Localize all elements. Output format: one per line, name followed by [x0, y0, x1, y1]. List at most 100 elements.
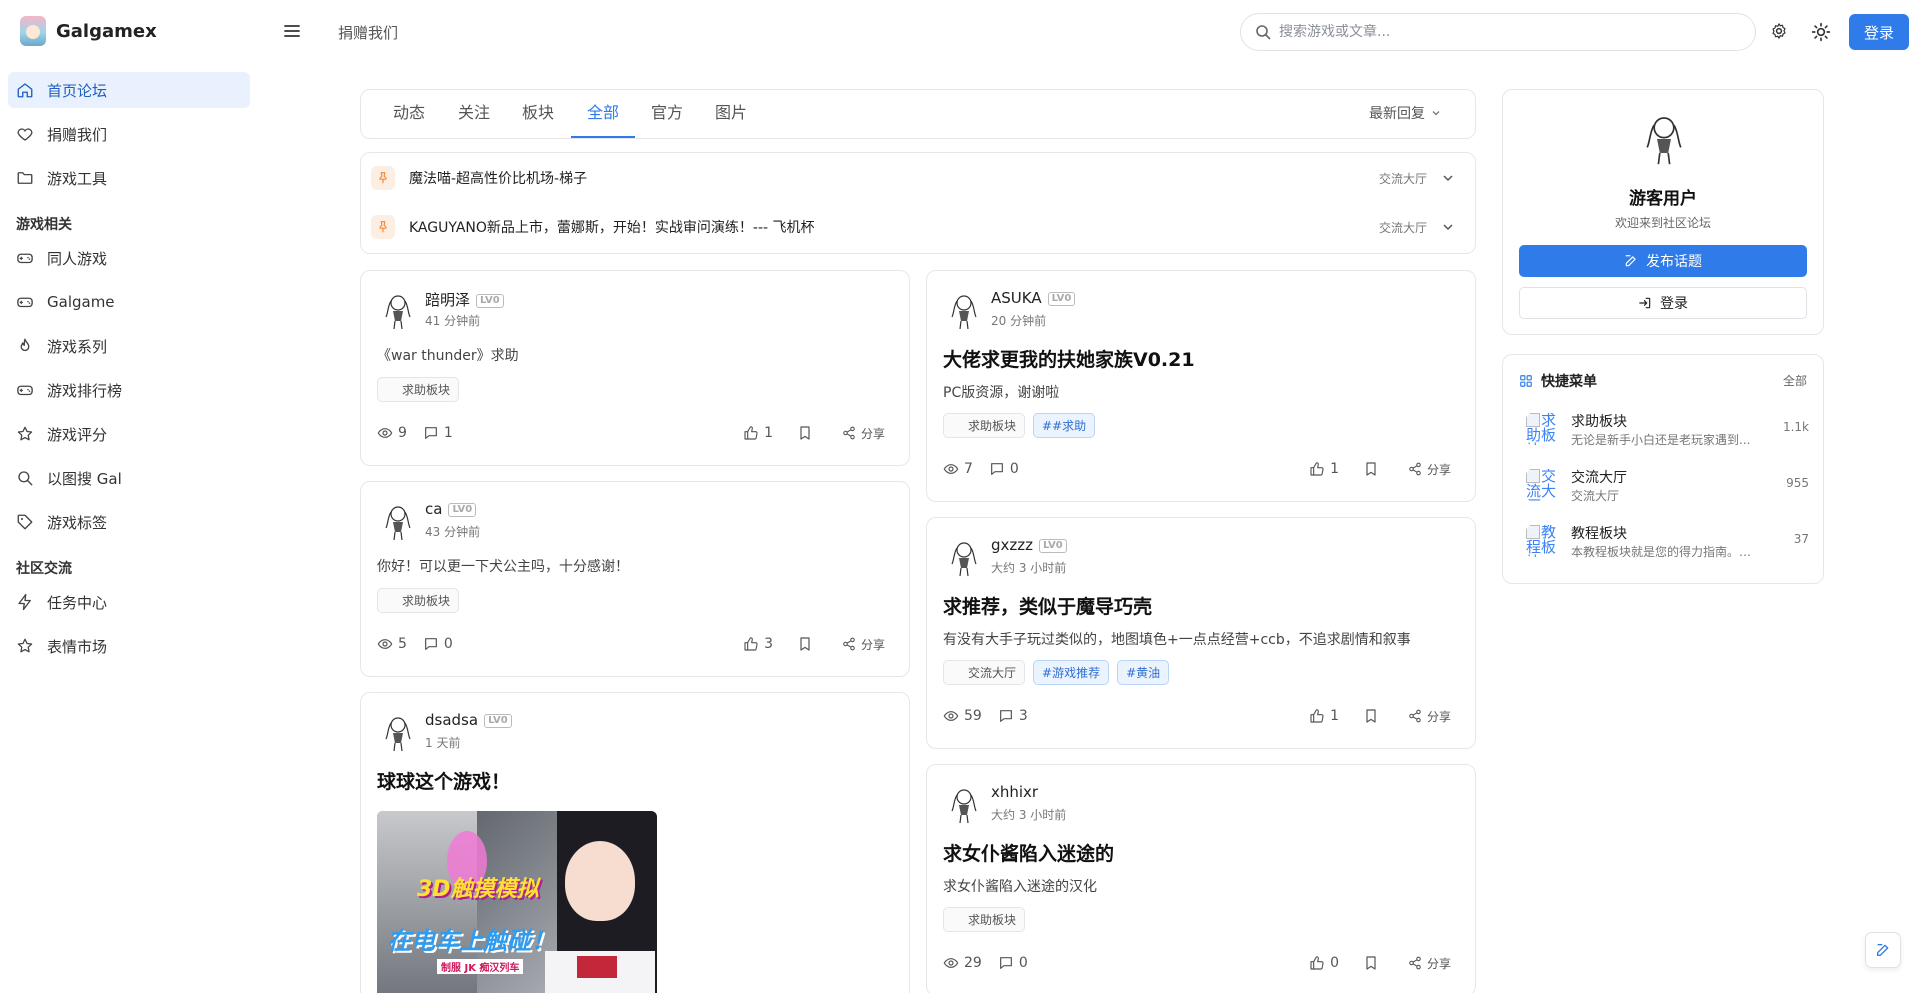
- comment-icon: [999, 710, 1012, 722]
- bookmark-button[interactable]: [1363, 955, 1384, 971]
- tab-images[interactable]: 图片: [715, 90, 747, 138]
- category-tag[interactable]: 交流大厅: [943, 660, 1026, 685]
- comments-stat[interactable]: 0: [989, 461, 1019, 477]
- image-caption: 在电车上触碰！: [387, 927, 555, 955]
- sidebar-item-emoji-market[interactable]: 表情市场: [8, 628, 250, 664]
- sidebar-item-game-series[interactable]: 游戏系列: [8, 328, 250, 364]
- pinned-posts: 魔法喵-超高性价比机场-梯子 交流大厅 KAGUYANO新品上市，蕾娜斯，开始！…: [360, 152, 1476, 254]
- new-topic-button[interactable]: 发布话题: [1519, 245, 1807, 277]
- post-body: 有没有大手子玩过类似的，地图填色+一点点经营+ccb，不追求剧情和叙事: [943, 632, 1411, 648]
- tab-activity[interactable]: 动态: [393, 90, 425, 138]
- comments-stat[interactable]: 0: [998, 955, 1028, 971]
- views-stat: 9: [377, 425, 407, 441]
- menu-toggle-icon[interactable]: [283, 22, 301, 40]
- tab-all[interactable]: 全部: [571, 90, 636, 138]
- comments-stat[interactable]: 0: [423, 636, 453, 652]
- category-tag[interactable]: 求助板块: [377, 377, 460, 402]
- category-tag[interactable]: 求助板块: [943, 413, 1026, 438]
- post-author[interactable]: xhhixr: [991, 783, 1038, 801]
- post-card[interactable]: gxzzz LV0 大约 3 小时前 求推荐，类似于魔导巧壳 有没有大手子玩过类似…: [926, 517, 1476, 749]
- post-card[interactable]: xhhixr 大约 3 小时前 求女仆酱陷入迷途的 求女仆酱陷入迷途的汉化 求助…: [926, 764, 1476, 993]
- post-title[interactable]: 求女仆酱陷入迷途的: [943, 839, 1114, 866]
- board-name: 求助板块: [1571, 414, 1627, 430]
- settings-icon[interactable]: [1770, 22, 1790, 42]
- hashtag[interactable]: ##求助: [1033, 413, 1096, 438]
- sidebar-item-task-center[interactable]: 任务中心: [8, 584, 250, 620]
- share-button[interactable]: 分享: [1408, 461, 1451, 478]
- eye-icon: [377, 639, 393, 649]
- app-logo[interactable]: Galgamex: [20, 16, 157, 46]
- like-button[interactable]: 3: [743, 636, 773, 652]
- thumbs-up-icon: [744, 426, 758, 440]
- post-author[interactable]: dsadsa LV0: [425, 711, 512, 729]
- sidebar-item-game-tools[interactable]: 游戏工具: [8, 160, 250, 196]
- quick-menu-all-link[interactable]: 全部: [1783, 372, 1807, 389]
- sidebar-item-galgame[interactable]: Galgame: [8, 284, 250, 320]
- like-button[interactable]: 1: [1309, 708, 1339, 724]
- quick-menu-item[interactable]: 教程板块 教程板块 本教程板块就是您的得力指南。无... 37: [1519, 521, 1809, 561]
- sidebar-item-label: 首页论坛: [47, 81, 108, 100]
- post-author[interactable]: gxzzz LV0: [991, 536, 1067, 554]
- share-button[interactable]: 分享: [842, 636, 885, 653]
- chevron-down-icon[interactable]: [1441, 171, 1455, 185]
- hashtag[interactable]: #黄油: [1117, 660, 1170, 685]
- post-card[interactable]: ASUKA LV0 20 分钟前 大佬求更我的扶她家族V0.21 PC版资源，谢谢…: [926, 270, 1476, 502]
- tab-official[interactable]: 官方: [651, 90, 683, 138]
- top-header: Galgamex 捐赠我们 登录: [0, 0, 1920, 64]
- sidebar-item-game-rating[interactable]: 游戏评分: [8, 416, 250, 452]
- level-badge: LV0: [448, 502, 477, 517]
- bookmark-button[interactable]: [1363, 461, 1384, 477]
- sort-select[interactable]: 最新回复: [1369, 103, 1441, 123]
- chevron-down-icon: [1432, 111, 1440, 116]
- like-button[interactable]: 1: [1309, 461, 1339, 477]
- post-card[interactable]: dsadsa LV0 1 天前 球球这个游戏！ 3D触摸模拟 在电车上触碰！ 制服…: [360, 692, 910, 993]
- category-tag[interactable]: 求助板块: [377, 588, 460, 613]
- share-button[interactable]: 分享: [1408, 708, 1451, 725]
- donate-link[interactable]: 捐赠我们: [338, 22, 398, 43]
- sidebar-item-doujin-games[interactable]: 同人游戏: [8, 240, 250, 276]
- search-box[interactable]: [1240, 13, 1756, 51]
- pin-icon: [371, 166, 395, 190]
- bookmark-button[interactable]: [1363, 708, 1384, 724]
- theme-sun-icon[interactable]: [1811, 22, 1831, 42]
- tab-boards[interactable]: 板块: [522, 90, 554, 138]
- post-author[interactable]: 踣明泽 LV0: [425, 289, 504, 310]
- share-button[interactable]: 分享: [1408, 955, 1451, 972]
- post-title[interactable]: 大佬求更我的扶她家族V0.21: [943, 345, 1195, 372]
- share-button[interactable]: 分享: [842, 425, 885, 442]
- post-tags: 求助板块: [377, 588, 460, 613]
- sidebar-item-image-search[interactable]: 以图搜 Gal: [8, 460, 250, 496]
- bookmark-button[interactable]: [797, 425, 818, 441]
- sidebar-item-game-tags[interactable]: 游戏标签: [8, 504, 250, 540]
- post-title[interactable]: 球球这个游戏！: [377, 767, 510, 794]
- comments-stat[interactable]: 3: [998, 708, 1028, 724]
- hashtag[interactable]: #游戏推荐: [1033, 660, 1110, 685]
- header-login-button[interactable]: 登录: [1849, 14, 1909, 50]
- post-author[interactable]: ASUKA LV0: [991, 289, 1076, 307]
- sidebar-item-label: 表情市场: [47, 637, 108, 656]
- post-title[interactable]: 求推荐，类似于魔导巧壳: [943, 592, 1152, 619]
- tab-following[interactable]: 关注: [458, 90, 490, 138]
- pinned-item[interactable]: 魔法喵-超高性价比机场-梯子 交流大厅: [371, 160, 1467, 196]
- sidebar-item-game-ranking[interactable]: 游戏排行榜: [8, 372, 250, 408]
- post-card[interactable]: 踣明泽 LV0 41 分钟前 《war thunder》求助 求助板块 9 1 1…: [360, 270, 910, 466]
- pinned-item[interactable]: KAGUYANO新品上市，蕾娜斯，开始！实战审问演练！--- 飞机杯 交流大厅: [371, 209, 1467, 245]
- bookmark-button[interactable]: [797, 636, 818, 652]
- quick-menu-header: 快捷菜单: [1519, 371, 1597, 391]
- sidebar-item-donate[interactable]: 捐赠我们: [8, 116, 250, 152]
- post-image[interactable]: 3D触摸模拟 在电车上触碰！ 制服 JK 痴汉列车: [377, 811, 657, 993]
- sidebar-item-forum-home[interactable]: 首页论坛: [8, 72, 250, 108]
- post-card[interactable]: ca LV0 43 分钟前 你好！可以更一下犬公主吗，十分感谢！ 求助板块 5 0…: [360, 481, 910, 677]
- comment-icon: [424, 638, 437, 650]
- search-input[interactable]: [1279, 24, 1739, 40]
- quick-menu-item[interactable]: 交流大厅 交流大厅 交流大厅 955: [1519, 465, 1809, 505]
- sidebar-login-button[interactable]: 登录: [1519, 287, 1807, 319]
- category-tag[interactable]: 求助板块: [943, 907, 1026, 932]
- post-author[interactable]: ca LV0: [425, 500, 477, 518]
- like-button[interactable]: 1: [743, 425, 773, 441]
- comments-stat[interactable]: 1: [423, 425, 453, 441]
- compose-fab-button[interactable]: [1865, 932, 1901, 968]
- like-button[interactable]: 0: [1309, 955, 1339, 971]
- quick-menu-item[interactable]: 求助板块 求助板块 无论是新手小白还是老玩家遇到... 1.1k: [1519, 409, 1809, 449]
- chevron-down-icon[interactable]: [1441, 220, 1455, 234]
